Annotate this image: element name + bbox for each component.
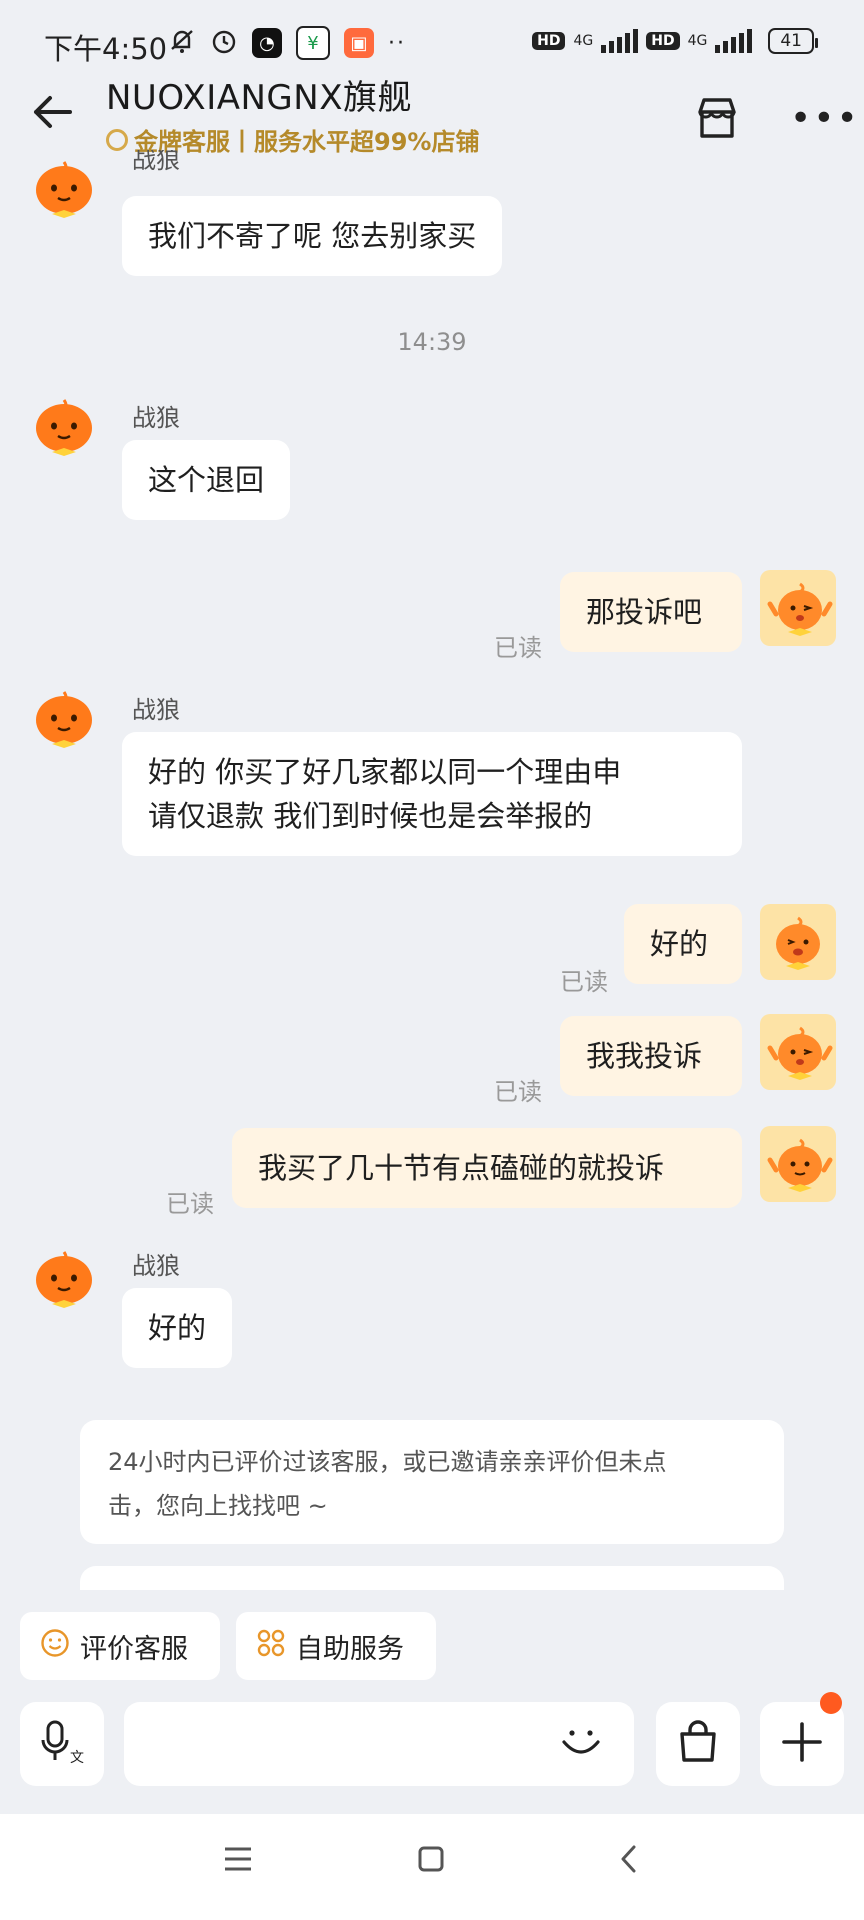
self-service-label: 自助服务 [296, 1633, 404, 1665]
message-bubble-agent: 这个退回 [122, 440, 291, 520]
agent-avatar[interactable] [32, 398, 96, 462]
notice-line: 击，您向上找找吧 ~ [108, 1492, 328, 1520]
agent-name: 战狼 [132, 150, 180, 174]
read-status: 已读 [494, 1078, 542, 1106]
rate-service-label: 评价客服 [80, 1633, 188, 1665]
read-status: 已读 [166, 1190, 214, 1218]
more-notifications-icon: ·· [388, 30, 406, 56]
message-bubble-user: 我买了几十节有点磕碰的就投诉 [232, 1128, 742, 1208]
hd-badge: HD [532, 32, 566, 50]
more-actions-button[interactable] [760, 1702, 844, 1786]
badge-text: 金牌客服丨服务水平超99%店铺 [134, 128, 480, 156]
status-icons: ◔ ¥ ▣ ·· [168, 26, 406, 60]
next-card-edge [80, 1566, 784, 1590]
notification-dot [820, 1692, 842, 1714]
menu-icon[interactable] [222, 1844, 254, 1878]
message-bubble-user: 我我投诉 [560, 1016, 742, 1096]
product-button[interactable] [656, 1702, 740, 1786]
back-icon[interactable] [616, 1844, 642, 1878]
signal-label-2: 4G [687, 33, 708, 49]
input-bar: 文 [0, 1692, 864, 1812]
message-line: 好的 你买了好几家都以同一个理由申 [148, 755, 622, 789]
user-avatar[interactable] [760, 904, 836, 980]
read-status: 已读 [560, 968, 608, 996]
grid-icon [256, 1628, 286, 1665]
message-bubble-agent: 好的 你买了好几家都以同一个理由申 请仅退款 我们到时候也是会举报的 [122, 732, 742, 856]
user-avatar[interactable] [760, 570, 836, 646]
system-nav-bar [0, 1814, 864, 1920]
rate-service-button[interactable]: 评价客服 [20, 1612, 220, 1680]
agent-avatar[interactable] [32, 1250, 96, 1314]
medal-icon [106, 128, 128, 151]
smile-icon [40, 1628, 70, 1665]
more-options-icon[interactable]: ••• [790, 98, 860, 139]
home-icon[interactable] [416, 1844, 446, 1878]
self-service-button[interactable]: 自助服务 [236, 1612, 436, 1680]
message-line: 请仅退款 我们到时候也是会举报的 [148, 799, 593, 833]
app-notification-icon: ◔ [252, 28, 282, 58]
message-timestamp: 14:39 [397, 328, 467, 356]
back-arrow-icon[interactable] [30, 90, 74, 145]
svg-text:文: 文 [70, 1750, 84, 1766]
microphone-icon: 文 [40, 1718, 84, 1770]
wallet-notification-icon: ¥ [296, 26, 330, 60]
emoji-icon[interactable] [558, 1718, 604, 1768]
message-bubble-agent: 好的 [122, 1288, 233, 1368]
notice-line: 24小时内已评价过该客服，或已邀请亲亲评价但未点 [108, 1448, 667, 1476]
alarm-icon [210, 27, 238, 59]
signal-icon-2 [715, 29, 753, 53]
shopping-bag-icon [674, 1718, 722, 1770]
shop-title: NUOXIANGNX旗舰 [106, 78, 412, 118]
user-avatar[interactable] [760, 1126, 836, 1202]
read-status: 已读 [494, 634, 542, 662]
status-right: HD 4G HD 4G 41 [532, 28, 818, 54]
agent-name: 战狼 [132, 696, 180, 724]
user-avatar[interactable] [760, 1014, 836, 1090]
store-icon[interactable] [694, 96, 740, 140]
agent-avatar[interactable] [32, 160, 96, 224]
message-bubble-user: 好的 [624, 904, 742, 984]
message-bubble-user: 那投诉吧 [560, 572, 742, 652]
system-notice: 24小时内已评价过该客服，或已邀请亲亲评价但未点 击，您向上找找吧 ~ [80, 1420, 784, 1544]
battery-indicator: 41 [768, 28, 818, 54]
agent-avatar[interactable] [32, 690, 96, 754]
hd-badge-2: HD [646, 32, 680, 50]
signal-icon [601, 29, 639, 53]
agent-name: 战狼 [132, 1252, 180, 1280]
message-bubble-agent: 我们不寄了呢 您去别家买 [122, 196, 503, 276]
voice-input-button[interactable]: 文 [20, 1702, 104, 1786]
chat-header: NUOXIANGNX旗舰 金牌客服丨服务水平超99%店铺 ••• [0, 60, 864, 168]
bell-off-icon [168, 27, 196, 59]
shop-notification-icon: ▣ [344, 28, 374, 58]
agent-name: 战狼 [132, 404, 180, 432]
signal-label: 4G [573, 33, 594, 49]
plus-icon [780, 1720, 824, 1768]
